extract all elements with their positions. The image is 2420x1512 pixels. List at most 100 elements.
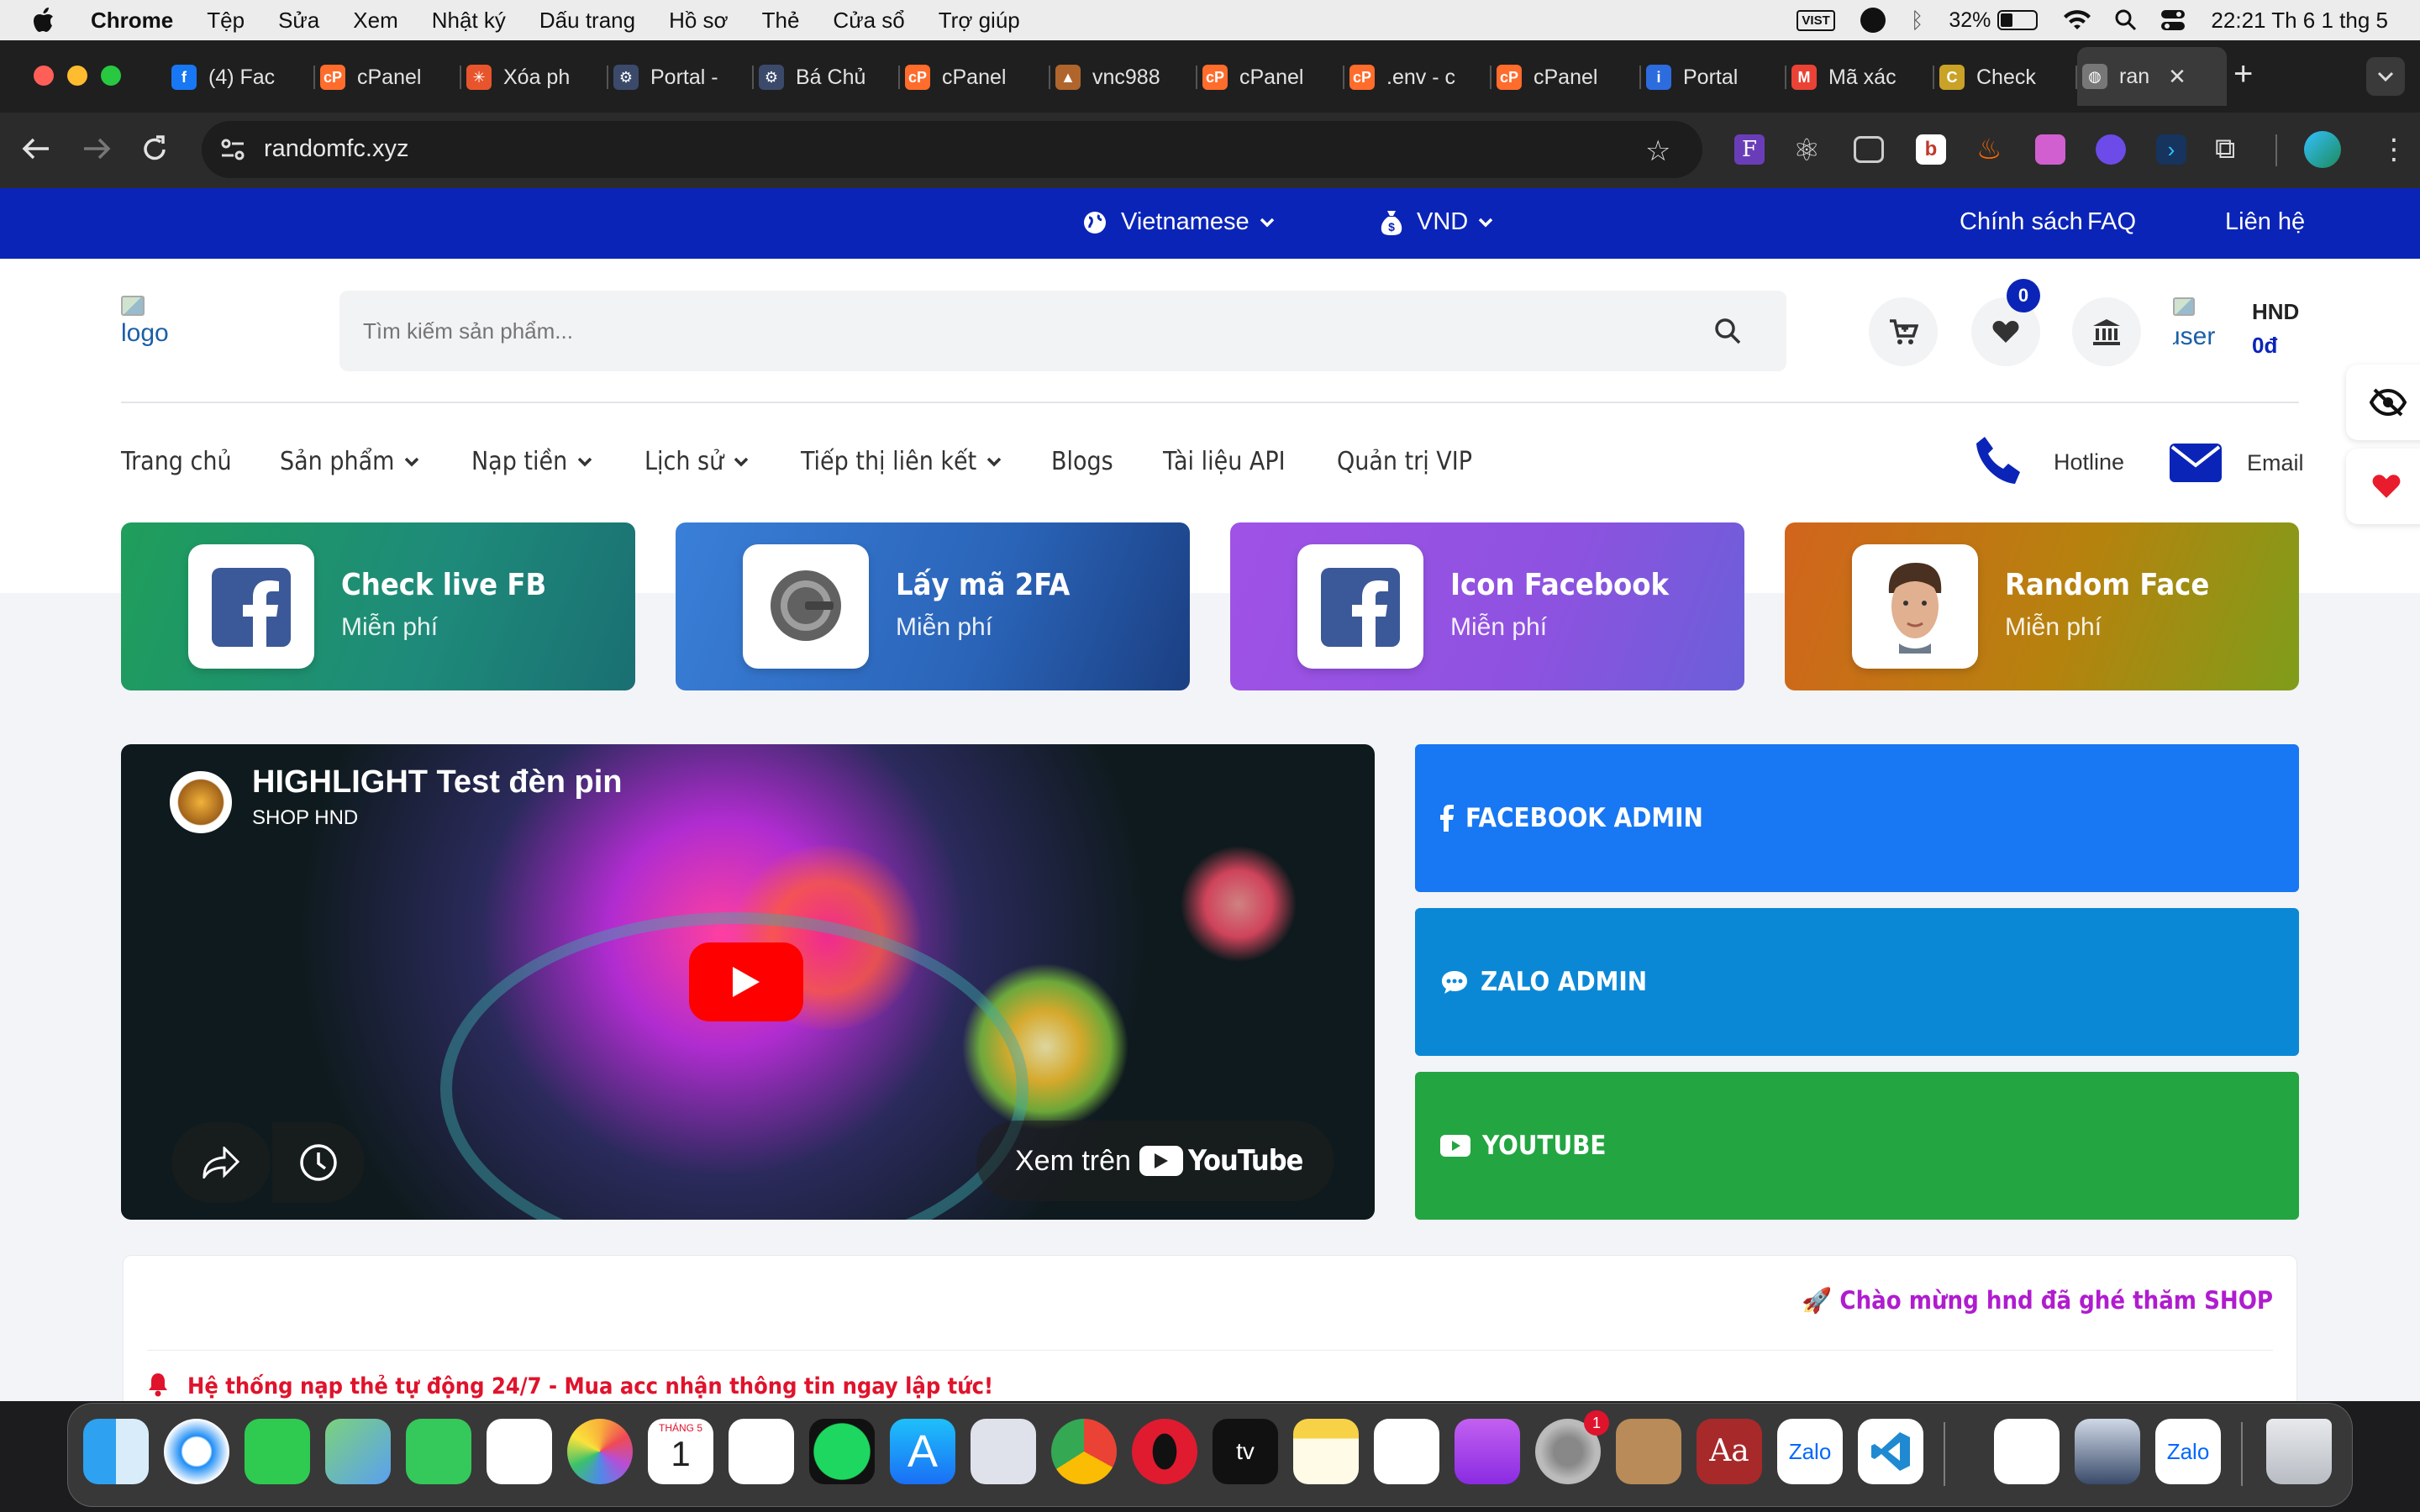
vscode-icon[interactable] [1858, 1419, 1923, 1484]
browser-tab[interactable]: ✳ Xóa ph [461, 54, 608, 101]
browser-tab[interactable]: cP cPanel [315, 54, 461, 101]
zalo-icon[interactable]: Zalo [2155, 1419, 2221, 1484]
browser-tab[interactable]: ▲ vnc988 [1050, 54, 1197, 101]
address-bar[interactable]: randomfc.xyz ☆ [202, 121, 1702, 178]
launchpad-icon[interactable] [971, 1419, 1036, 1484]
email-link[interactable]: Email [2170, 444, 2304, 482]
site-info-icon[interactable] [220, 138, 245, 161]
extension-flame-icon[interactable]: ♨ [1976, 133, 2002, 166]
menu-history[interactable]: Nhật ký [432, 8, 506, 34]
menu-file[interactable]: Tệp [207, 8, 245, 34]
apple-icon[interactable] [32, 7, 57, 34]
hotline-link[interactable]: Hotline [1973, 435, 2124, 489]
card-random-face[interactable]: Random Face Miễn phí [1785, 522, 2299, 690]
trash-icon[interactable] [2266, 1419, 2332, 1484]
username[interactable]: HND [2252, 299, 2299, 325]
menu-edit[interactable]: Sửa [278, 8, 319, 34]
faq-link[interactable]: FAQ [2087, 208, 2136, 236]
opera-icon[interactable] [1132, 1419, 1197, 1484]
video-channel-name[interactable]: SHOP HND [252, 806, 358, 830]
window-zoom-button[interactable] [101, 66, 121, 86]
freeform-icon[interactable] [1374, 1419, 1439, 1484]
back-button[interactable] [22, 136, 50, 161]
watch-on-youtube-button[interactable]: Xem trên YouTube [976, 1121, 1334, 1201]
messages-icon[interactable] [406, 1419, 471, 1484]
wifi-icon[interactable] [2063, 9, 2091, 31]
nav-api-docs[interactable]: Tài liệu API [1163, 447, 1286, 476]
watch-later-button[interactable] [272, 1122, 365, 1203]
facetime-icon[interactable] [245, 1419, 310, 1484]
window-minimize-button[interactable] [67, 66, 87, 86]
card-check-live-fb[interactable]: Check live FB Miễn phí [121, 522, 635, 690]
zalo-icon[interactable]: Zalo [1777, 1419, 1843, 1484]
forward-button[interactable] [82, 136, 111, 161]
dictionary-icon[interactable]: Aa [1697, 1419, 1762, 1484]
browser-tab[interactable]: ⚙ Bá Chủ [754, 54, 900, 101]
currency-selector[interactable]: $ VND [1380, 208, 1493, 236]
extension-video-icon[interactable] [2096, 134, 2126, 165]
video-title[interactable]: HIGHLIGHT Test đèn pin [252, 764, 623, 801]
zalo-admin-button[interactable]: ZALO ADMIN [1415, 908, 2299, 1056]
youtube-button[interactable]: YOUTUBE [1415, 1072, 2299, 1220]
calendar-icon[interactable]: THÁNG 5 1 [648, 1419, 713, 1484]
extension-arrow-icon[interactable]: › [2156, 134, 2186, 165]
menu-profiles[interactable]: Hồ sơ [669, 8, 729, 34]
close-tab-icon[interactable]: ✕ [2168, 64, 2186, 90]
chrome-icon[interactable] [1051, 1419, 1117, 1484]
new-tab-button[interactable]: + [2233, 55, 2253, 93]
grammarly-icon[interactable] [1860, 8, 1886, 33]
extensions-puzzle-icon[interactable]: ⧉ [2215, 133, 2235, 165]
nav-history[interactable]: Lịch sử [644, 447, 749, 476]
menu-bookmarks[interactable]: Dấu trang [539, 8, 635, 34]
browser-tab[interactable]: cP cPanel [1491, 54, 1641, 101]
browser-tab[interactable]: f (4) Fac [166, 54, 315, 101]
extension-f-icon[interactable]: F [1734, 134, 1765, 165]
finder-icon[interactable] [83, 1419, 149, 1484]
nav-products[interactable]: Sản phẩm [280, 447, 419, 476]
browser-tab[interactable]: cP cPanel [1197, 54, 1344, 101]
safari-icon[interactable] [164, 1419, 229, 1484]
bluetooth-off-icon[interactable]: ᛒ [1911, 8, 1924, 34]
control-center-icon[interactable] [2160, 8, 2186, 32]
channel-avatar[interactable] [170, 771, 232, 833]
window-close-button[interactable] [34, 66, 54, 86]
menu-view[interactable]: Xem [353, 8, 397, 34]
contact-link[interactable]: Liên hệ [2225, 208, 2305, 236]
browser-tab[interactable]: cP cPanel [900, 54, 1050, 101]
maps-icon[interactable] [325, 1419, 391, 1484]
menu-tab[interactable]: Thẻ [762, 8, 800, 34]
policy-link[interactable]: Chính sách [1960, 208, 2083, 236]
nav-vip-admin[interactable]: Quản trị VIP [1337, 447, 1472, 476]
android-file-icon[interactable] [487, 1419, 552, 1484]
user-avatar[interactable]: user [2173, 297, 2232, 366]
favorite-float-button[interactable] [2346, 449, 2420, 524]
extension-b-icon[interactable]: b [1916, 134, 1946, 165]
card-icon-facebook[interactable]: Icon Facebook Miễn phí [1230, 522, 1744, 690]
tab-search-button[interactable] [2366, 57, 2405, 96]
video-play-button[interactable] [689, 942, 803, 1021]
reminders-icon[interactable] [729, 1419, 794, 1484]
browser-tab[interactable]: ◍ ran ✕ [2077, 47, 2227, 106]
search-box[interactable] [339, 291, 1786, 371]
nav-blogs[interactable]: Blogs [1051, 447, 1113, 476]
app-store-icon[interactable]: A [890, 1419, 955, 1484]
browser-tab[interactable]: C Check [1934, 54, 2077, 101]
card-2fa[interactable]: Lấy mã 2FA Miễn phí [676, 522, 1190, 690]
browser-menu-icon[interactable]: ⋮ [2380, 131, 2408, 168]
menu-help[interactable]: Trợ giúp [939, 8, 1020, 34]
word-document-icon[interactable] [1994, 1419, 2060, 1484]
bookmark-star-icon[interactable]: ☆ [1645, 134, 1670, 168]
facebook-admin-button[interactable]: FACEBOOK ADMIN [1415, 744, 2299, 892]
language-selector[interactable]: Vietnamese [1082, 208, 1275, 236]
photos-icon[interactable] [567, 1419, 633, 1484]
spotify-icon[interactable] [809, 1419, 875, 1484]
nav-affiliate[interactable]: Tiếp thị liên kết [801, 447, 1002, 476]
hide-toggle-button[interactable] [2346, 365, 2420, 440]
browser-tab[interactable]: cP .env - c [1344, 54, 1491, 101]
notes-icon[interactable] [1293, 1419, 1359, 1484]
address-text[interactable]: randomfc.xyz [264, 135, 408, 163]
youtube-video-embed[interactable]: HIGHLIGHT Test đèn pin SHOP HND Xem trên… [121, 744, 1375, 1220]
bank-button[interactable] [2072, 297, 2141, 366]
browser-tab[interactable]: i Portal [1641, 54, 1786, 101]
menu-window[interactable]: Cửa sổ [833, 8, 904, 34]
